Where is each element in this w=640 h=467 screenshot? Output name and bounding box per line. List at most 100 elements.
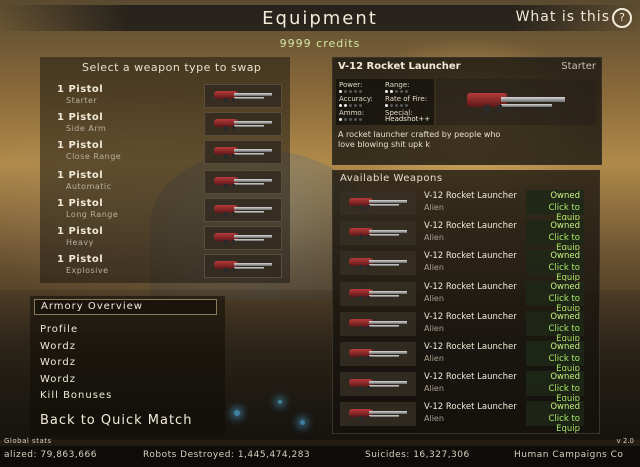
stat-dot: [359, 104, 362, 107]
rocket-launcher-grip: [359, 386, 363, 391]
available-weapon-row[interactable]: V-12 Rocket Launcher Alien Owned Click t…: [340, 311, 594, 344]
equip-button[interactable]: Owned Click to Equip: [526, 401, 584, 434]
rocket-launcher-barrel: [369, 264, 399, 266]
equip-button[interactable]: Owned Click to Equip: [526, 311, 584, 344]
weapon-slot-name: 1 Pistol: [57, 254, 104, 265]
rocket-launcher-graphic: [347, 256, 409, 270]
rocket-launcher-icon: [340, 251, 416, 275]
rocket-launcher-graphic: [347, 407, 409, 421]
weapon-slot-type: Starter: [66, 96, 98, 105]
rocket-launcher-graphic: [212, 145, 274, 159]
weapon-slot[interactable]: 1 Pistol Heavy: [57, 226, 287, 252]
stat-range-label: Range:: [385, 81, 410, 89]
stat-dot: [405, 104, 408, 107]
equip-button[interactable]: Owned Click to Equip: [526, 220, 584, 253]
rocket-launcher-icon: [340, 221, 416, 245]
weapon-faction: Alien: [424, 263, 444, 272]
stat-rate-meter: [385, 104, 410, 107]
menu-wordz[interactable]: Wordz: [40, 374, 76, 385]
equip-button[interactable]: Owned Click to Equip: [526, 250, 584, 283]
weapon-name: V-12 Rocket Launcher: [424, 372, 517, 382]
rocket-launcher-icon[interactable]: [204, 84, 282, 108]
rocket-launcher-graphic: [347, 287, 409, 301]
rocket-launcher-icon: [340, 342, 416, 366]
weapon-slot[interactable]: 1 Pistol Automatic: [57, 170, 287, 196]
rocket-launcher-barrel: [234, 97, 264, 99]
rocket-launcher-barrel: [234, 263, 272, 266]
stat-dot: [339, 90, 342, 93]
weapon-slot-name: 1 Pistol: [57, 140, 104, 151]
owned-status: Owned: [550, 342, 580, 352]
weapon-faction: Alien: [424, 233, 444, 242]
rocket-launcher-grip: [367, 356, 370, 360]
help-link[interactable]: What is this: [516, 9, 610, 25]
stat-dot: [344, 118, 347, 121]
stat-power-meter: [339, 90, 364, 93]
rocket-launcher-grip: [483, 105, 491, 114]
available-weapon-row[interactable]: V-12 Rocket Launcher Alien Owned Click t…: [340, 371, 594, 404]
owned-status: Owned: [550, 221, 580, 231]
rocket-launcher-graphic: [212, 117, 274, 131]
rocket-launcher-grip: [367, 205, 370, 209]
weapon-slot[interactable]: 1 Pistol Starter: [57, 84, 287, 110]
rocket-launcher-grip: [497, 105, 503, 113]
weapon-slot[interactable]: 1 Pistol Close Range: [57, 140, 287, 166]
rocket-launcher-graphic: [212, 203, 274, 217]
weapon-slot-name: 1 Pistol: [57, 84, 104, 95]
rocket-launcher-graphic: [212, 175, 274, 189]
rocket-launcher-icon[interactable]: [204, 254, 282, 278]
rocket-launcher-barrel: [234, 149, 272, 152]
rocket-launcher-barrel: [234, 125, 264, 127]
rocket-launcher-barrel: [234, 93, 272, 96]
rocket-launcher-barrel: [369, 321, 407, 324]
rocket-launcher-grip: [232, 184, 235, 188]
equip-button[interactable]: Owned Click to Equip: [526, 371, 584, 404]
back-to-quick-match-button[interactable]: Back to Quick Match: [40, 413, 192, 428]
equip-button[interactable]: Owned Click to Equip: [526, 341, 584, 374]
weapon-slot[interactable]: 1 Pistol Explosive: [57, 254, 287, 280]
rocket-launcher-graphic: [463, 90, 568, 114]
menu-armory-overview[interactable]: Armory Overview: [34, 299, 217, 315]
stat-dot: [385, 104, 388, 107]
available-weapon-row[interactable]: V-12 Rocket Launcher Alien Owned Click t…: [340, 250, 594, 283]
rocket-launcher-grip: [224, 126, 228, 131]
stat-dot: [349, 90, 352, 93]
rocket-launcher-grip: [232, 268, 235, 272]
equip-button[interactable]: Owned Click to Equip: [526, 281, 584, 314]
rocket-launcher-graphic: [212, 89, 274, 103]
owned-status: Owned: [550, 312, 580, 322]
rocket-launcher-barrel: [234, 121, 272, 124]
menu-profile[interactable]: Profile: [40, 324, 78, 335]
weapon-slot[interactable]: 1 Pistol Long Range: [57, 198, 287, 224]
weapon-slot[interactable]: 1 Pistol Side Arm: [57, 112, 287, 138]
rocket-launcher-grip: [359, 356, 363, 361]
rocket-launcher-icon[interactable]: [204, 140, 282, 164]
rocket-launcher-barrel: [369, 234, 399, 236]
rocket-launcher-icon[interactable]: [204, 198, 282, 222]
available-weapon-row[interactable]: V-12 Rocket Launcher Alien Owned Click t…: [340, 341, 594, 374]
available-weapon-row[interactable]: V-12 Rocket Launcher Alien Owned Click t…: [340, 190, 594, 223]
rocket-launcher-grip: [232, 126, 235, 130]
rocket-launcher-grip: [359, 326, 363, 331]
menu-kill-bonuses[interactable]: Kill Bonuses: [40, 390, 112, 401]
rocket-launcher-icon[interactable]: [204, 226, 282, 250]
rocket-launcher-icon[interactable]: [204, 170, 282, 194]
rocket-launcher-icon: [340, 372, 416, 396]
rocket-launcher-barrel: [369, 385, 399, 387]
weapon-slot-name: 1 Pistol: [57, 170, 104, 181]
weapon-name: V-12 Rocket Launcher: [424, 221, 517, 231]
background-glow: [278, 400, 282, 404]
available-weapon-row[interactable]: V-12 Rocket Launcher Alien Owned Click t…: [340, 401, 594, 434]
question-circle-icon[interactable]: ?: [612, 8, 632, 28]
stat-dot: [359, 90, 362, 93]
available-weapon-row[interactable]: V-12 Rocket Launcher Alien Owned Click t…: [340, 281, 594, 314]
menu-wordz[interactable]: Wordz: [40, 357, 76, 368]
rocket-launcher-icon[interactable]: [204, 112, 282, 136]
rocket-launcher-grip: [232, 98, 235, 102]
menu-wordz[interactable]: Wordz: [40, 341, 76, 352]
weapon-name: V-12 Rocket Launcher: [424, 342, 517, 352]
weapon-faction: Alien: [424, 384, 444, 393]
available-weapon-row[interactable]: V-12 Rocket Launcher Alien Owned Click t…: [340, 220, 594, 253]
rocket-launcher-grip: [359, 235, 363, 240]
equip-button[interactable]: Owned Click to Equip: [526, 190, 584, 223]
